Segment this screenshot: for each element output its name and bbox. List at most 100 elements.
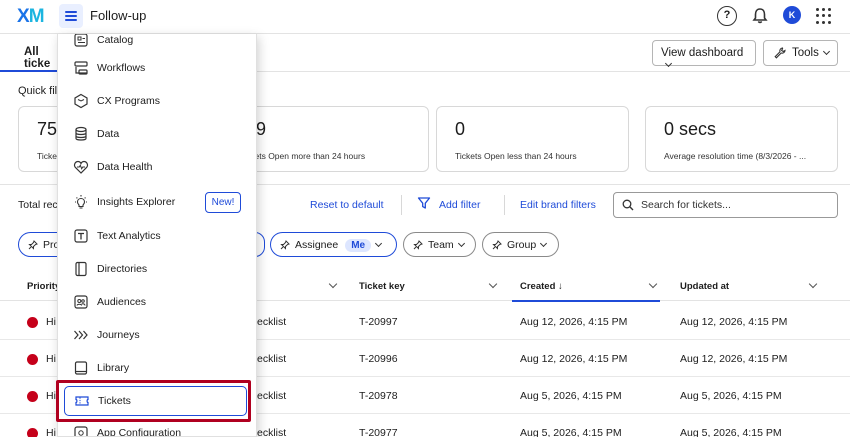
- tab-all-tickets[interactable]: All ticke: [0, 34, 60, 72]
- directory-icon: [73, 261, 89, 277]
- chip-label: Team: [428, 239, 454, 251]
- reset-to-default-link[interactable]: Reset to default: [310, 199, 384, 211]
- priority-cell: Hi: [46, 353, 56, 365]
- card-label: ckets Open more than 24 hours: [246, 151, 366, 161]
- card-value: 0: [455, 119, 466, 139]
- nav-item-label: Journeys: [97, 329, 140, 341]
- ticket-key-cell[interactable]: T-20996: [359, 353, 398, 365]
- tools-button[interactable]: Tools: [763, 40, 838, 66]
- created-label: Created: [520, 281, 556, 292]
- card-label: Tickets Open less than 24 hours: [455, 151, 577, 161]
- card-value: 0 secs: [664, 119, 717, 139]
- view-dashboard-button[interactable]: View dashboard: [652, 40, 756, 68]
- bell-icon[interactable]: [750, 6, 770, 26]
- pin-icon: [492, 240, 502, 250]
- priority-high-dot: [27, 354, 38, 365]
- pin-icon: [280, 240, 290, 250]
- card-label: Average resolution time (8/3/2026 - ...: [664, 151, 807, 161]
- nav-item-data[interactable]: Data: [58, 120, 256, 150]
- column-header-created[interactable]: Created ↓: [520, 281, 563, 292]
- nav-item-label: Workflows: [97, 62, 146, 74]
- ticket-icon: [74, 393, 90, 409]
- chevron-down-icon: [664, 59, 673, 68]
- edit-brand-filters-link[interactable]: Edit brand filters: [520, 199, 596, 211]
- chevron-down-icon[interactable]: [648, 279, 658, 289]
- nav-item-text-analytics[interactable]: Text Analytics: [58, 222, 256, 252]
- column-header-ticket-key[interactable]: Ticket key: [359, 281, 405, 292]
- app-config-icon: [73, 425, 89, 436]
- text-analytics-icon: [73, 228, 89, 244]
- nav-item-label: Data Health: [97, 161, 153, 173]
- filter-icon[interactable]: [417, 196, 431, 210]
- nav-item-label: Tickets: [98, 395, 131, 407]
- priority-cell: Hi: [46, 316, 56, 328]
- chevron-down-icon: [540, 239, 548, 248]
- xm-logo[interactable]: XM: [17, 6, 45, 28]
- quick-filter-card[interactable]: 0 secs Average resolution time (8/3/2026…: [645, 106, 838, 172]
- priority-cell: Hi: [46, 390, 56, 402]
- created-cell: Aug 5, 2026, 4:15 PM: [520, 427, 622, 437]
- nav-item-data-health[interactable]: Data Health: [58, 153, 256, 183]
- nav-item-label: Catalog: [97, 34, 134, 46]
- filter-chip-assignee[interactable]: Assignee Me: [270, 232, 397, 257]
- logo-x: X: [17, 6, 30, 27]
- toolbar-separator: [504, 195, 505, 215]
- filter-chip-team[interactable]: Team: [403, 232, 476, 257]
- nav-item-tickets[interactable]: Tickets: [64, 386, 247, 416]
- menu-hamburger-icon[interactable]: [59, 4, 83, 28]
- ticket-key-cell[interactable]: T-20978: [359, 390, 398, 402]
- user-avatar[interactable]: K: [783, 6, 801, 24]
- quick-filter-card[interactable]: 69 ckets Open more than 24 hours: [227, 106, 429, 172]
- priority-cell: Hi: [46, 427, 56, 437]
- created-cell: Aug 12, 2026, 4:15 PM: [520, 316, 628, 328]
- nav-item-journeys[interactable]: Journeys: [58, 321, 256, 351]
- quick-filters-label: Quick filt: [18, 85, 61, 97]
- wrench-icon: [774, 47, 786, 59]
- nav-item-label: Insights Explorer: [97, 196, 176, 208]
- journey-icon: [73, 327, 89, 343]
- cx-programs-icon: [73, 93, 89, 109]
- quick-filter-card[interactable]: 0 Tickets Open less than 24 hours: [436, 106, 629, 172]
- me-badge: Me: [345, 239, 372, 252]
- chevron-down-icon[interactable]: [328, 279, 338, 289]
- library-icon: [73, 360, 89, 376]
- card-label: Ticke: [37, 151, 57, 161]
- ticket-name-cell: ecklist: [257, 427, 287, 437]
- nav-item-cx-programs[interactable]: CX Programs: [58, 87, 256, 117]
- ticket-key-cell[interactable]: T-20977: [359, 427, 398, 437]
- total-records-label: Total rec: [18, 199, 58, 211]
- help-icon[interactable]: ?: [717, 6, 737, 26]
- chevron-down-icon[interactable]: [808, 279, 818, 289]
- nav-item-directories[interactable]: Directories: [58, 255, 256, 285]
- chevron-down-icon: [822, 47, 830, 56]
- column-header-updated-at[interactable]: Updated at: [680, 281, 729, 292]
- search-box[interactable]: [613, 192, 838, 218]
- workflows-icon: [73, 60, 89, 76]
- chevron-down-icon: [457, 239, 465, 248]
- chevron-down-icon: [375, 239, 383, 248]
- nav-item-app-configuration[interactable]: App Configuration: [58, 419, 256, 436]
- lightbulb-icon: [73, 194, 89, 210]
- nav-item-audiences[interactable]: Audiences: [58, 288, 256, 318]
- updated-cell: Aug 12, 2026, 4:15 PM: [680, 353, 788, 365]
- filter-chip-group[interactable]: Group: [482, 232, 559, 257]
- pin-icon: [413, 240, 423, 250]
- nav-item-insights-explorer[interactable]: Insights Explorer New!: [58, 188, 256, 218]
- chip-label: Group: [507, 239, 537, 251]
- ticket-key-cell[interactable]: T-20997: [359, 316, 398, 328]
- nav-item-workflows[interactable]: Workflows: [58, 54, 256, 84]
- add-filter-link[interactable]: Add filter: [439, 199, 480, 211]
- view-dashboard-label: View dashboard: [661, 47, 744, 59]
- card-value: 75: [37, 119, 58, 139]
- app-grid-icon[interactable]: [816, 8, 832, 24]
- chevron-down-icon[interactable]: [488, 279, 498, 289]
- nav-item-label: Data: [97, 128, 120, 140]
- updated-cell: Aug 5, 2026, 4:15 PM: [680, 427, 782, 437]
- toolbar-separator: [401, 195, 402, 215]
- priority-high-dot: [27, 317, 38, 328]
- created-cell: Aug 12, 2026, 4:15 PM: [520, 353, 628, 365]
- column-header-priority[interactable]: Priority: [27, 281, 60, 292]
- nav-item-library[interactable]: Library: [58, 354, 256, 384]
- nav-item-catalog[interactable]: Catalog: [58, 34, 256, 56]
- search-input[interactable]: [641, 197, 831, 213]
